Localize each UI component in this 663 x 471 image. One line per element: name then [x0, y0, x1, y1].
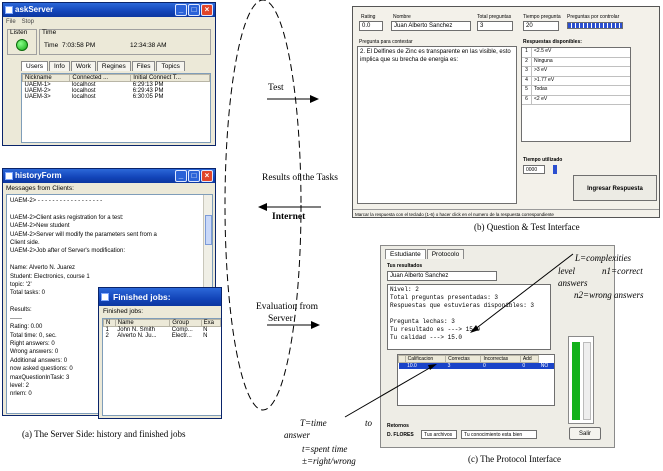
- annotation-complexity-2b: n1=correct: [602, 266, 643, 276]
- annotation-arrows: [344, 253, 574, 418]
- annotation-time-3: t=spent time: [302, 444, 348, 454]
- annotation-time-4: ±=right/wrong: [302, 456, 356, 466]
- time-arrow: [344, 364, 437, 418]
- annotation-complexity-3: answers: [558, 278, 588, 288]
- annotation-complexity-1: L=complexities: [575, 253, 632, 263]
- annotation-time-2: answer: [284, 430, 311, 440]
- annotation-complexity-2a: level: [558, 266, 575, 276]
- annotation-time-1a: T=time: [300, 418, 327, 428]
- annotation-time-1b: to: [365, 418, 373, 428]
- annotation-complexity-4: n2=wrong answers: [574, 290, 644, 300]
